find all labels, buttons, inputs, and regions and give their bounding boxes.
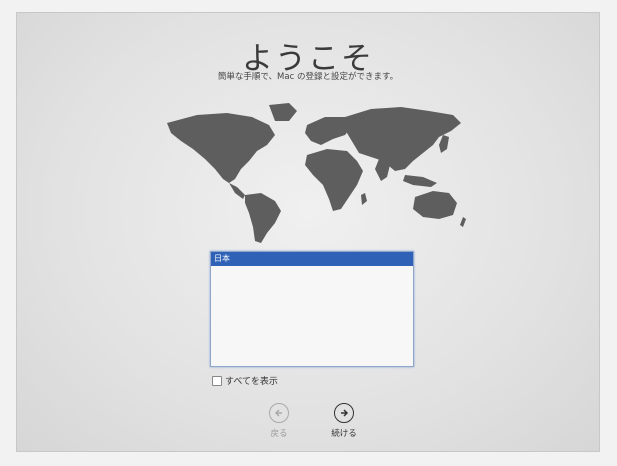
country-list[interactable]: 日本 — [210, 251, 414, 367]
continue-label: 続ける — [331, 429, 357, 439]
back-button[interactable]: 戻る — [259, 403, 299, 439]
continue-button[interactable]: 続ける — [324, 403, 364, 439]
back-label: 戻る — [270, 429, 288, 439]
show-all-label: すべてを表示 — [225, 377, 278, 387]
arrow-left-circle-icon — [269, 403, 289, 423]
show-all-option[interactable]: すべてを表示 — [212, 374, 278, 387]
page-subtitle: 簡単な手順で、Mac の登録と設定ができます。 — [217, 72, 399, 82]
country-list-item-selected[interactable]: 日本 — [211, 252, 413, 266]
setup-assistant-window: ようこそ 簡単な手順で、Mac の登録と設定ができます。 日本 すべてを表示 戻… — [16, 12, 600, 452]
world-map-image — [167, 103, 466, 243]
show-all-checkbox[interactable] — [212, 375, 222, 386]
arrow-right-circle-icon — [334, 403, 354, 423]
